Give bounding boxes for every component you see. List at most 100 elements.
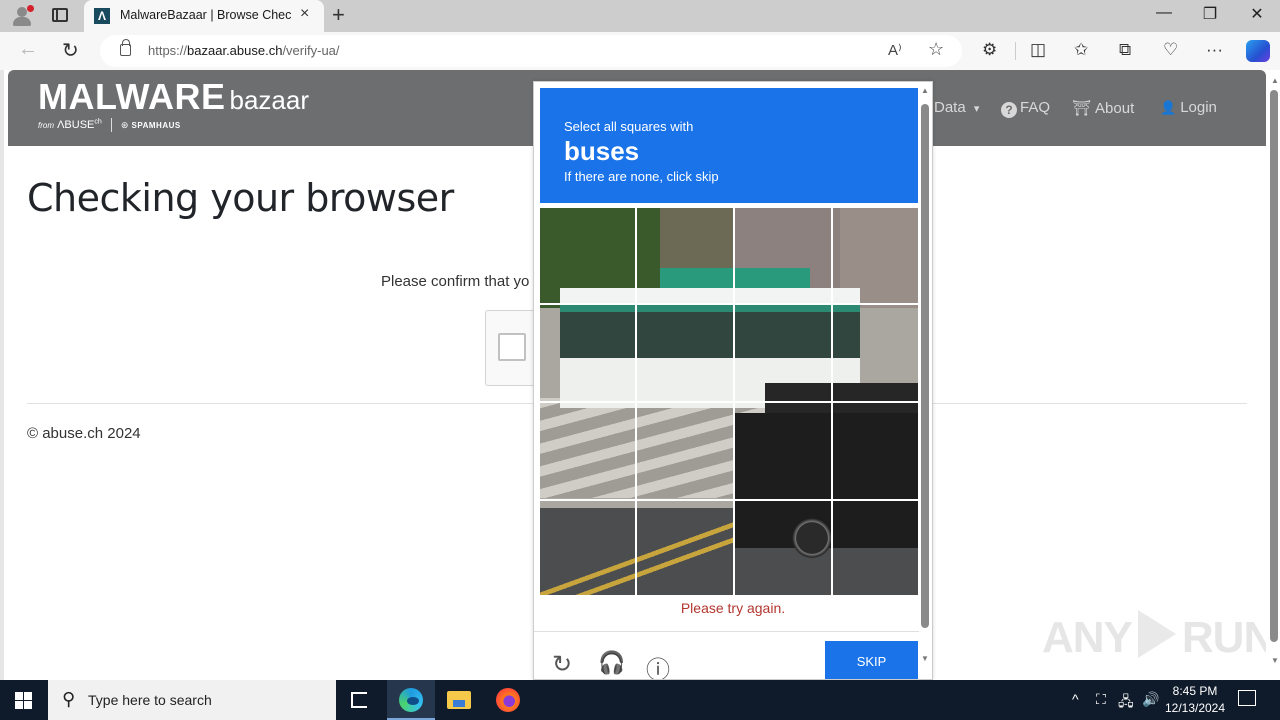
- captcha-error-message: Please try again.: [680, 600, 786, 616]
- address-bar[interactable]: https://bazaar.abuse.ch/verify-ua/ A⁾ ☆: [100, 35, 962, 67]
- captcha-tile-image: [637, 305, 733, 401]
- firefox-icon: [496, 688, 520, 712]
- captcha-tile-image: [540, 305, 635, 401]
- logo-spamhaus: SPAMHAUS: [131, 120, 181, 130]
- captcha-tile[interactable]: [833, 501, 920, 595]
- reload-challenge-icon[interactable]: ↻: [552, 650, 572, 679]
- copilot-icon[interactable]: [1246, 40, 1270, 62]
- captcha-tile[interactable]: [637, 501, 733, 595]
- captcha-tile[interactable]: [833, 208, 920, 303]
- search-placeholder: Type here to search: [88, 692, 212, 708]
- url-text[interactable]: https://bazaar.abuse.ch/verify-ua/: [148, 43, 340, 58]
- tab-actions-icon[interactable]: [52, 8, 68, 22]
- captcha-tile-image: [735, 403, 831, 499]
- captcha-scroll-down-icon[interactable]: ▼: [921, 654, 929, 663]
- taskbar-search[interactable]: ⚲ Type here to search: [48, 680, 336, 720]
- notifications-icon[interactable]: [1238, 690, 1256, 706]
- extensions-icon[interactable]: ⚙: [982, 40, 997, 60]
- logo-abuse: ΛBUSE: [57, 118, 95, 131]
- back-button[interactable]: ←: [18, 38, 38, 61]
- close-window-button[interactable]: ✕: [1234, 4, 1280, 24]
- taskbar-file-explorer[interactable]: [435, 680, 483, 720]
- new-tab-button[interactable]: +: [332, 2, 345, 28]
- captcha-tile[interactable]: [540, 403, 635, 499]
- taskbar-clock[interactable]: 8:45 PM 12/13/2024: [1160, 683, 1230, 717]
- info-icon[interactable]: ⓘ: [646, 650, 670, 679]
- scrollbar-thumb[interactable]: [1270, 90, 1278, 642]
- logo-subtitle: from ΛBUSEch ⊛ SPAMHAUS: [38, 118, 181, 132]
- logo-from: from: [38, 120, 54, 130]
- url-path: /verify-ua/: [282, 43, 340, 58]
- show-hidden-icons[interactable]: ^: [1072, 691, 1079, 707]
- meet-now-icon[interactable]: ⛶: [1096, 691, 1106, 708]
- captcha-tile-image: [540, 208, 635, 303]
- anyrun-watermark: ANY RUN: [1042, 610, 1275, 663]
- volume-icon[interactable]: 🔊: [1142, 691, 1159, 708]
- captcha-tile[interactable]: [735, 501, 831, 595]
- audio-challenge-icon[interactable]: 🎧: [598, 650, 625, 676]
- scroll-up-arrow-icon[interactable]: ▲: [1271, 76, 1279, 85]
- clock-date: 12/13/2024: [1164, 701, 1226, 715]
- captcha-tile-image: [735, 501, 831, 595]
- reload-button[interactable]: ↻: [62, 38, 79, 63]
- browser-essentials-icon[interactable]: ♡: [1163, 40, 1178, 60]
- nav-login-label: Login: [1180, 99, 1217, 116]
- university-icon: ⛩: [1072, 100, 1092, 117]
- watermark-run: RUN: [1181, 613, 1275, 662]
- captcha-scrollbar-thumb[interactable]: [921, 104, 929, 628]
- edge-icon: [399, 688, 423, 712]
- skip-button[interactable]: SKIP: [825, 641, 918, 679]
- captcha-tile[interactable]: [637, 403, 733, 499]
- page-scrollbar[interactable]: ▲ ▼: [1266, 70, 1280, 680]
- logo-divider: [110, 118, 112, 132]
- watermark-any: ANY: [1042, 613, 1133, 662]
- network-icon[interactable]: 🖧: [1118, 691, 1134, 715]
- captcha-tile-image: [637, 208, 733, 303]
- nav-data-dropdown[interactable]: Data ▾: [934, 99, 979, 116]
- taskbar-firefox[interactable]: [484, 680, 532, 720]
- collections-icon[interactable]: ⧉: [1119, 40, 1131, 60]
- site-favicon-icon: Λ: [94, 8, 110, 24]
- browser-tab-active[interactable]: Λ MalwareBazaar | Browse Checking your b…: [84, 0, 324, 32]
- url-scheme: https://: [148, 43, 188, 58]
- site-logo[interactable]: MALWARE bazaar: [38, 76, 309, 118]
- captcha-tile[interactable]: [833, 305, 920, 401]
- nav-about[interactable]: ⛩ About: [1072, 99, 1134, 117]
- close-tab-icon[interactable]: ×: [300, 5, 309, 23]
- recaptcha-checkbox[interactable]: [498, 333, 526, 361]
- taskbar-edge[interactable]: [387, 680, 435, 720]
- nav-faq[interactable]: ? FAQ: [1001, 99, 1050, 118]
- read-aloud-icon[interactable]: A⁾: [888, 41, 902, 59]
- split-screen-icon[interactable]: ◫: [1030, 40, 1046, 60]
- add-favorite-icon[interactable]: ☆: [928, 39, 944, 60]
- captcha-tile-image: [637, 403, 733, 499]
- captcha-tile-image: [540, 501, 635, 595]
- logo-bazaar: bazaar: [229, 85, 310, 115]
- captcha-tile[interactable]: [540, 208, 635, 303]
- nav-login[interactable]: 👤 Login: [1160, 99, 1217, 116]
- captcha-tile[interactable]: [637, 305, 733, 401]
- captcha-tile[interactable]: [735, 305, 831, 401]
- windows-start-icon[interactable]: [15, 692, 32, 709]
- captcha-tile-image: [833, 305, 918, 401]
- captcha-tile[interactable]: [735, 208, 831, 303]
- captcha-tile[interactable]: [540, 501, 635, 595]
- profile-icon[interactable]: [10, 5, 34, 27]
- more-menu-icon[interactable]: ···: [1206, 40, 1223, 60]
- captcha-scrollbar[interactable]: ▲ ▼: [920, 86, 932, 676]
- captcha-tile[interactable]: [833, 403, 920, 499]
- maximize-button[interactable]: ❐: [1187, 4, 1233, 24]
- lock-icon[interactable]: [120, 39, 131, 56]
- favorites-icon[interactable]: ✩: [1074, 40, 1088, 60]
- captcha-scroll-up-icon[interactable]: ▲: [921, 86, 929, 95]
- tab-title: MalwareBazaar | Browse Checking your bro…: [120, 8, 292, 22]
- minimize-button[interactable]: —: [1141, 4, 1187, 22]
- browser-toolbar: ← ↻ https://bazaar.abuse.ch/verify-ua/ A…: [0, 32, 1280, 70]
- scroll-down-arrow-icon[interactable]: ▼: [1271, 656, 1279, 665]
- task-view-icon[interactable]: [351, 692, 367, 708]
- captcha-tile[interactable]: [735, 403, 831, 499]
- captcha-tile[interactable]: [637, 208, 733, 303]
- captcha-tile-image: [833, 501, 918, 595]
- captcha-tile[interactable]: [540, 305, 635, 401]
- folder-icon: [447, 691, 471, 709]
